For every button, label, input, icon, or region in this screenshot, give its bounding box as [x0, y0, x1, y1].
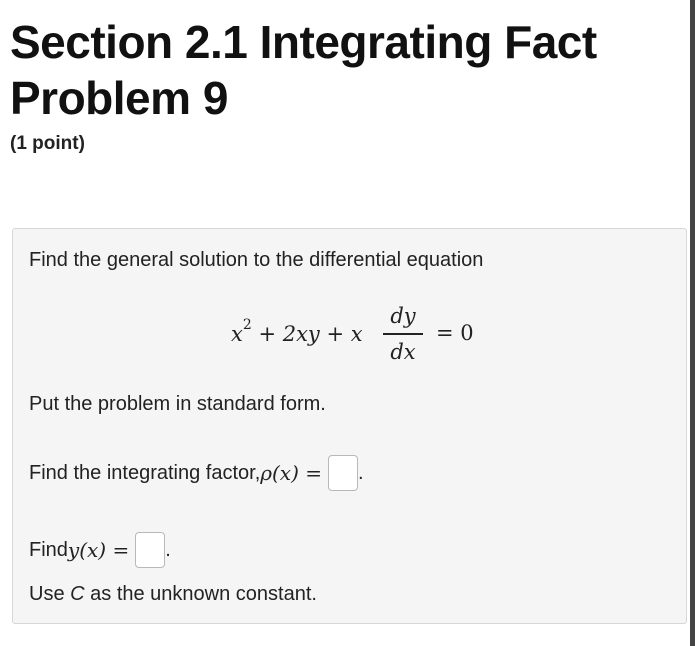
- integrating-factor-period: .: [358, 461, 364, 484]
- differential-equation: x2 + 2xy + x dy dx = 0: [13, 301, 688, 371]
- page-title: Section 2.1 Integrating Fact Problem 9: [10, 14, 597, 126]
- window-edge-divider: [690, 0, 695, 646]
- equation-right-side: = 0: [436, 321, 474, 345]
- find-y-math: y(x) =: [67, 538, 130, 562]
- problem-card: Find the general solution to the differe…: [12, 228, 687, 624]
- constant-note: Use C as the unknown constant.: [29, 583, 317, 605]
- fraction-denominator: dx: [390, 339, 416, 364]
- find-y-label: Find: [29, 538, 68, 561]
- fraction-numerator: dy: [390, 304, 416, 328]
- section-title: Section 2.1 Integrating Fact: [10, 16, 597, 68]
- equation-left-side: x2 + 2xy + x: [231, 317, 363, 346]
- problem-title: Problem 9: [10, 72, 228, 124]
- fraction-bar: [383, 333, 423, 335]
- find-y-row: Find y(x) = .: [29, 532, 171, 568]
- find-y-period: .: [165, 538, 171, 561]
- y-answer-box[interactable]: [135, 532, 166, 568]
- derivative-fraction: dy dx: [383, 301, 423, 367]
- integrating-factor-answer-box[interactable]: [328, 455, 359, 491]
- problem-intro: Find the general solution to the differe…: [29, 249, 484, 271]
- integrating-factor-row: Find the integrating factor, ρ(x) = .: [29, 455, 364, 491]
- integrating-factor-math: ρ(x) =: [260, 461, 323, 485]
- integrating-factor-label: Find the integrating factor,: [29, 461, 261, 484]
- standard-form-instruction: Put the problem in standard form.: [29, 393, 326, 415]
- points-label: (1 point): [10, 133, 85, 154]
